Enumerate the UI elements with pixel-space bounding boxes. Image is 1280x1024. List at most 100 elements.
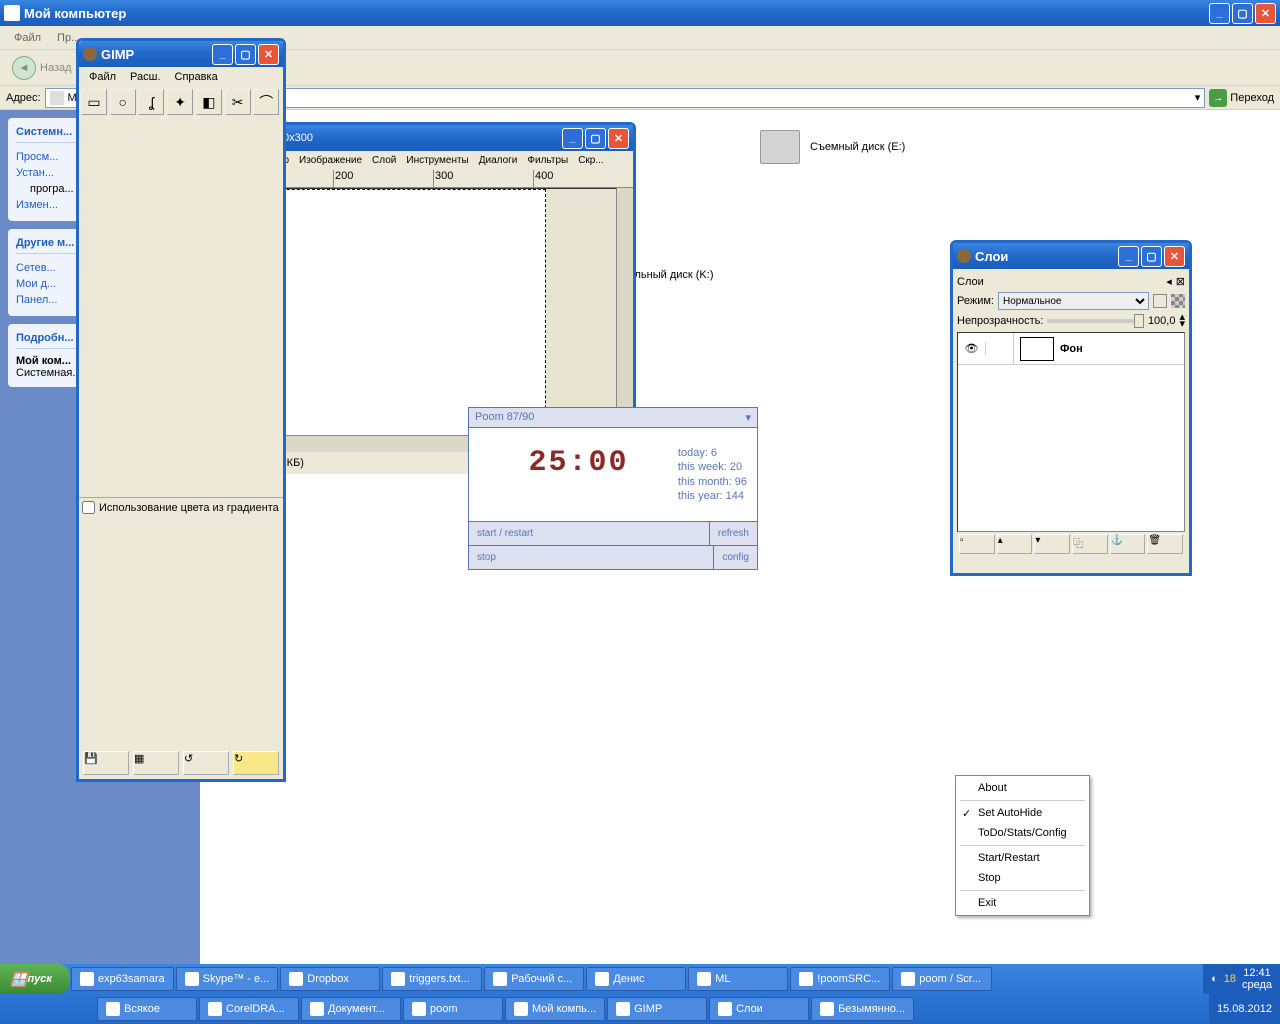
gimp-btn-1[interactable]: 💾	[83, 751, 129, 775]
task-icon	[412, 1002, 426, 1016]
layer-down[interactable]: ▾	[1034, 534, 1070, 554]
ctx-start[interactable]: Start/Restart	[956, 848, 1089, 868]
gimp-max[interactable]: ▢	[235, 44, 256, 65]
drive-item[interactable]: Съемный диск (E:)	[760, 130, 960, 164]
tool-scissors[interactable]: ✂	[225, 89, 251, 115]
tool-rect-select[interactable]: ▭	[81, 89, 107, 115]
gimp-close[interactable]: ✕	[258, 44, 279, 65]
menu-file[interactable]: Файл	[6, 30, 49, 46]
tool-lasso[interactable]: ʆ	[138, 89, 164, 115]
layer-dup[interactable]: ⿻	[1072, 534, 1108, 554]
tool-color-select[interactable]: ◧	[196, 89, 222, 115]
task-item[interactable]: poom / Scr...	[892, 967, 992, 991]
task-item[interactable]: Безымянно...	[811, 997, 914, 1021]
gimp-btn-4[interactable]: ↻	[233, 751, 279, 775]
task-item[interactable]: Dropbox	[280, 967, 380, 991]
task-icon	[208, 1002, 222, 1016]
nav-back[interactable]: ◄Назад	[6, 53, 78, 83]
task-icon	[289, 972, 303, 986]
layer-anchor[interactable]: ⚓	[1110, 534, 1146, 554]
canvas-close[interactable]: ✕	[608, 128, 629, 149]
task-icon	[697, 972, 711, 986]
layer-up[interactable]: ▴	[997, 534, 1033, 554]
go-arrow-icon: →	[1209, 89, 1227, 107]
task-icon	[718, 1002, 732, 1016]
poom-stop[interactable]: stop	[469, 546, 714, 569]
gimp-btn-3[interactable]: ↺	[183, 751, 229, 775]
ctx-stop[interactable]: Stop	[956, 868, 1089, 888]
ctx-exit[interactable]: Exit	[956, 893, 1089, 913]
layers-max[interactable]: ▢	[1141, 246, 1162, 267]
tool-ellipse-select[interactable]: ○	[110, 89, 136, 115]
task-icon	[310, 1002, 324, 1016]
opacity-spinner[interactable]: ▴▾	[1179, 314, 1185, 328]
go-button[interactable]: →Переход	[1209, 89, 1274, 107]
poom-minimize[interactable]: ▾	[745, 411, 751, 424]
start-button[interactable]: 🪟 пуск	[0, 964, 70, 994]
layers-window: Слои _ ▢ ✕ Слои◂ ⊠ Режим:Нормальное Непр…	[950, 240, 1192, 576]
task-item[interactable]: CorelDRA...	[199, 997, 299, 1021]
task-icon	[616, 1002, 630, 1016]
gimp-btn-2[interactable]: ▦	[133, 751, 179, 775]
ctx-autohide[interactable]: Set AutoHide	[956, 803, 1089, 823]
explorer-min[interactable]: _	[1209, 3, 1230, 24]
layer-del[interactable]: 🗑	[1147, 534, 1183, 554]
gradient-checkbox[interactable]	[82, 501, 95, 514]
gimp-min[interactable]: _	[212, 44, 233, 65]
opacity-slider[interactable]	[1047, 319, 1144, 323]
explorer-max[interactable]: ▢	[1232, 3, 1253, 24]
task-item[interactable]: poom	[403, 997, 503, 1021]
mode-select[interactable]: Нормальное	[998, 292, 1149, 310]
system-tray-2: 15.08.2012	[1209, 994, 1280, 1024]
gimp-menubar: Файл Расш. Справка	[79, 67, 283, 87]
canvas-max[interactable]: ▢	[585, 128, 606, 149]
poom-timer: 25:00	[479, 446, 678, 503]
poom-start[interactable]: start / restart	[469, 522, 710, 545]
explorer-icon	[4, 5, 20, 21]
task-item[interactable]: ML	[688, 967, 788, 991]
lock-alpha[interactable]	[1153, 294, 1167, 308]
ctx-todo[interactable]: ToDo/Stats/Config	[956, 823, 1089, 843]
task-item[interactable]: Денис	[586, 967, 686, 991]
layers-opts-icon[interactable]: ◂	[1166, 275, 1172, 288]
gimp-logo-icon	[83, 47, 97, 61]
poom-titlebar[interactable]: Poom 87/90▾	[469, 408, 757, 428]
layers-titlebar[interactable]: Слои _ ▢ ✕	[953, 243, 1189, 269]
tray-icon[interactable]: ◐	[1211, 973, 1218, 985]
task-icon	[820, 1002, 834, 1016]
ctx-about[interactable]: About	[956, 778, 1089, 798]
system-tray[interactable]: ◐ 18 12:41среда	[1203, 964, 1280, 994]
poom-refresh[interactable]: refresh	[710, 522, 757, 545]
layer-new[interactable]: ▫	[959, 534, 995, 554]
poom-config[interactable]: config	[714, 546, 757, 569]
task-item[interactable]: Всякое	[97, 997, 197, 1021]
task-icon	[80, 972, 94, 986]
tool-paths[interactable]: ⌒	[253, 89, 279, 115]
task-item[interactable]: Мой компь...	[505, 997, 605, 1021]
scroll-v[interactable]	[617, 188, 633, 436]
visibility-icon[interactable]: 👁	[958, 342, 986, 355]
task-item[interactable]: !poomSRC...	[790, 967, 890, 991]
task-item[interactable]: Skype™ - e...	[176, 967, 279, 991]
taskbar: 🪟 пуск exp63samara Skype™ - e... Dropbox…	[0, 964, 1280, 1024]
task-item[interactable]: Документ...	[301, 997, 401, 1021]
explorer-titlebar[interactable]: Мой компьютер _ ▢ ✕	[0, 0, 1280, 26]
layer-list: 👁 Фон	[957, 332, 1185, 532]
task-item[interactable]: Рабочий с...	[484, 967, 584, 991]
layers-close[interactable]: ✕	[1164, 246, 1185, 267]
layers-min[interactable]: _	[1118, 246, 1139, 267]
task-item[interactable]: GIMP	[607, 997, 707, 1021]
task-item[interactable]: Слои	[709, 997, 809, 1021]
task-item[interactable]: exp63samara	[71, 967, 174, 991]
addr-icon	[50, 91, 64, 105]
canvas-min[interactable]: _	[562, 128, 583, 149]
layer-item[interactable]: 👁 Фон	[958, 333, 1184, 365]
explorer-close[interactable]: ✕	[1255, 3, 1276, 24]
tool-wand[interactable]: ✦	[167, 89, 193, 115]
layers-close-tab[interactable]: ⊠	[1176, 275, 1185, 288]
gimp-toolgrid: ▭ ○ ʆ ✦ ◧ ✂ ⌒	[79, 87, 283, 117]
gimp-toolbox: GIMP _ ▢ ✕ Файл Расш. Справка ▭ ○ ʆ ✦ ◧ …	[76, 38, 286, 782]
lock-pixels[interactable]	[1171, 294, 1185, 308]
gimp-titlebar[interactable]: GIMP _ ▢ ✕	[79, 41, 283, 67]
task-item[interactable]: triggers.txt...	[382, 967, 482, 991]
